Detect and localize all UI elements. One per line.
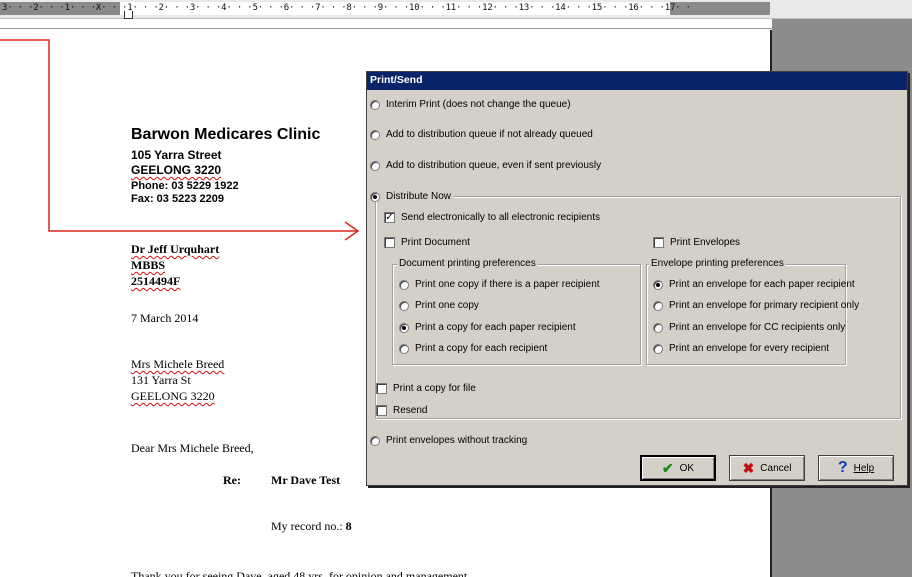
radio-label: Add to distribution queue, even if sent … [386, 160, 602, 171]
radio-label: Print one copy if there is a paper recip… [415, 279, 600, 290]
close-icon: ✖ [742, 460, 755, 476]
radio-envelopes-no-tracking[interactable]: Print envelopes without tracking [370, 435, 527, 446]
letter-body-partial: Thank you for seeing Dave, aged 48 yrs, … [131, 569, 471, 577]
ok-button-label: OK [679, 462, 695, 474]
doctor-name: Dr Jeff Urquhart [131, 242, 220, 256]
checkbox-print-copy-file[interactable]: Print a copy for file [376, 383, 476, 394]
radio-doc-pref-1[interactable]: Print one copy if there is a paper recip… [399, 279, 600, 290]
recipient-city: GEELONG 3220 [131, 389, 215, 403]
help-button[interactable]: ? Help [818, 455, 894, 481]
radio-distribute-now[interactable]: Distribute Now [370, 191, 455, 202]
radio-circle[interactable] [370, 435, 380, 446]
radio-env-pref-1[interactable]: Print an envelope for each paper recipie… [653, 279, 855, 290]
provider-number: 2514494F [131, 274, 181, 288]
radio-label: Print a copy for each paper recipient [415, 322, 576, 333]
checkbox-print-document[interactable]: Print Document [384, 237, 470, 248]
radio-label: Print a copy for each recipient [415, 343, 548, 354]
radio-circle[interactable] [399, 300, 409, 311]
checkbox-box[interactable] [376, 383, 387, 394]
checkbox-label: Resend [393, 405, 428, 416]
radio-add-queue-even[interactable]: Add to distribution queue, even if sent … [370, 160, 601, 171]
radio-circle[interactable] [653, 343, 663, 354]
print-send-dialog: Print/Send Interim Print (does not chang… [366, 71, 908, 486]
ok-button[interactable]: ✔ OK [640, 455, 716, 481]
radio-circle[interactable] [370, 99, 380, 110]
letter-date: 7 March 2014 [131, 311, 199, 325]
cancel-button-label: Cancel [760, 462, 792, 474]
radio-env-pref-2[interactable]: Print an envelope for primary recipient … [653, 300, 859, 311]
radio-circle[interactable] [399, 322, 409, 333]
checkbox-resend[interactable]: Resend [376, 405, 427, 416]
re-value: Mr Dave Test [271, 473, 341, 487]
radio-label: Print an envelope for CC recipients only [669, 322, 846, 333]
checkbox-label: Print Document [401, 237, 470, 248]
radio-doc-pref-3[interactable]: Print a copy for each paper recipient [399, 322, 576, 333]
radio-circle[interactable] [653, 322, 663, 333]
word-processor-window: 3· · ·2· · ·1· · ·X· · ·1· · ·2· · ·3· ·… [0, 0, 912, 577]
checkbox-box[interactable] [376, 405, 387, 416]
checkbox-box[interactable] [384, 237, 395, 248]
checkbox-label: Print a copy for file [393, 383, 476, 394]
clinic-city: GEELONG 3220 [131, 163, 222, 177]
radio-circle[interactable] [399, 343, 409, 354]
checkmark-icon: ✔ [661, 460, 674, 476]
record-number: My record no.: 8 [271, 519, 352, 534]
radio-circle[interactable] [653, 279, 663, 290]
checkbox-box[interactable]: ✓ [384, 212, 395, 223]
checkbox-print-envelopes[interactable]: Print Envelopes [653, 237, 740, 248]
doctor-qualification: MBBS [131, 258, 166, 272]
re-label: Re: [223, 473, 241, 487]
radio-doc-pref-4[interactable]: Print a copy for each recipient [399, 343, 547, 354]
recipient-name: Mrs Michele Breed [131, 357, 225, 371]
checkbox-label: Send electronically to all electronic re… [401, 212, 600, 223]
ruler[interactable]: 3· · ·2· · ·1· · ·X· · ·1· · ·2· · ·3· ·… [0, 0, 912, 19]
clinic-fax: Fax: 03 5223 2209 [131, 193, 224, 205]
envelope-prefs-caption: Envelope printing preferences [649, 258, 786, 269]
radio-label: Interim Print (does not change the queue… [386, 99, 571, 110]
radio-add-queue[interactable]: Add to distribution queue if not already… [370, 129, 593, 140]
document-prefs-caption: Document printing preferences [397, 258, 538, 269]
radio-circle[interactable] [653, 300, 663, 311]
record-label: My record no.: [271, 519, 346, 533]
radio-circle[interactable] [399, 279, 409, 290]
record-value: 8 [345, 519, 352, 533]
salutation: Dear Mrs Michele Breed, [131, 441, 254, 455]
checkbox-box[interactable] [653, 237, 664, 248]
radio-circle[interactable] [370, 160, 380, 171]
radio-doc-pref-2[interactable]: Print one copy [399, 300, 479, 311]
cancel-button[interactable]: ✖ Cancel [729, 455, 805, 481]
radio-circle[interactable] [370, 191, 380, 202]
radio-label: Add to distribution queue if not already… [386, 129, 593, 140]
dialog-title: Print/Send [370, 74, 423, 86]
radio-label: Print one copy [415, 300, 479, 311]
radio-label: Distribute Now [386, 191, 452, 202]
radio-label: Print an envelope for each paper recipie… [669, 279, 855, 290]
clinic-street: 105 Yarra Street [131, 148, 222, 162]
radio-label: Print an envelope for every recipient [669, 343, 830, 354]
indent-marker[interactable] [124, 11, 133, 19]
clinic-phone: Phone: 03 5229 1922 [131, 180, 239, 192]
radio-circle[interactable] [370, 129, 380, 140]
radio-label: Print envelopes without tracking [386, 435, 528, 446]
radio-interim-print[interactable]: Interim Print (does not change the queue… [370, 99, 571, 110]
dialog-titlebar[interactable]: Print/Send [367, 72, 907, 90]
help-button-label: Help [853, 462, 875, 474]
page-top-edge [0, 28, 772, 29]
clinic-name: Barwon Medicares Clinic [131, 126, 321, 143]
radio-env-pref-3[interactable]: Print an envelope for CC recipients only [653, 322, 845, 333]
radio-label: Print an envelope for primary recipient … [669, 300, 860, 311]
checkbox-send-electronic[interactable]: ✓ Send electronically to all electronic … [384, 212, 600, 223]
radio-env-pref-4[interactable]: Print an envelope for every recipient [653, 343, 829, 354]
recipient-street: 131 Yarra St [131, 373, 191, 387]
checkbox-label: Print Envelopes [670, 237, 741, 248]
help-icon: ? [837, 459, 848, 476]
ruler-scale: 3· · ·2· · ·1· · ·X· · ·1· · ·2· · ·3· ·… [2, 3, 691, 13]
